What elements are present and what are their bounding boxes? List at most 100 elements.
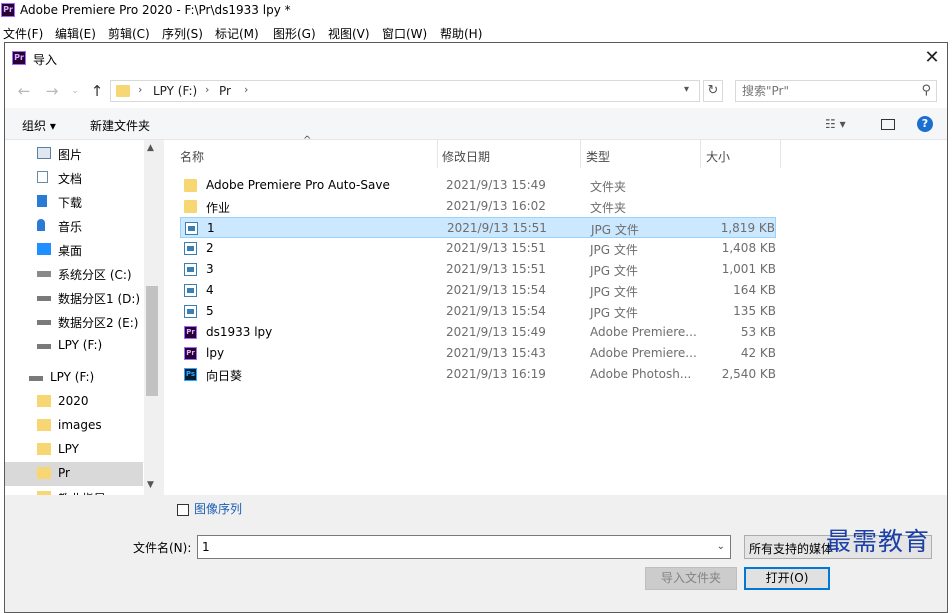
column-header-type[interactable]: 类型: [586, 148, 610, 165]
nav-item[interactable]: 文档: [5, 166, 143, 190]
filename-label: 文件名(N):: [133, 541, 192, 555]
import-folder-button[interactable]: 导入文件夹: [645, 567, 737, 590]
column-divider[interactable]: [580, 140, 581, 168]
nav-item-label: 下载: [58, 196, 83, 210]
new-folder-button[interactable]: 新建文件夹: [90, 117, 150, 134]
nav-item[interactable]: 数据分区2 (E:): [5, 310, 143, 334]
file-name: 1: [207, 221, 215, 235]
nav-item[interactable]: 系统分区 (C:): [5, 262, 143, 286]
menu-item[interactable]: 窗口(W): [382, 25, 427, 42]
search-input[interactable]: [742, 83, 902, 99]
breadcrumb-folder[interactable]: Pr: [219, 84, 231, 98]
file-date: 2021/9/13 15:49: [446, 325, 546, 339]
up-arrow-icon[interactable]: ↑: [88, 82, 106, 100]
file-row[interactable]: 5 2021/9/13 15:54 JPG 文件 135 KB: [180, 301, 776, 322]
filename-input[interactable]: 1 ⌄: [197, 535, 731, 559]
recent-dropdown-icon[interactable]: ⌄: [66, 82, 84, 100]
file-row[interactable]: Pr lpy 2021/9/13 15:43 Adobe Premiere... 42 …: [180, 343, 776, 364]
file-row[interactable]: Ps 向日葵 2021/9/13 16:19 Adobe Photosh... 2,54…: [180, 364, 776, 385]
file-name: 5: [206, 304, 214, 318]
image-sequence-label[interactable]: 图像序列: [194, 500, 242, 517]
file-type: JPG 文件: [591, 223, 639, 237]
file-row[interactable]: Pr ds1933 lpy 2021/9/13 15:49 Adobe Premier…: [180, 322, 776, 343]
file-row[interactable]: Adobe Premiere Pro Auto-Save 2021/9/13 15…: [180, 175, 776, 196]
organize-button[interactable]: 组织 ▾: [22, 117, 56, 134]
file-date: 2021/9/13 15:51: [446, 262, 546, 276]
file-size: 164 KB: [733, 283, 776, 297]
nav-item[interactable]: Pr: [5, 462, 143, 486]
nav-scrollbar[interactable]: ▲ ▼: [144, 140, 160, 495]
drive-icon: [37, 296, 51, 301]
premiere-app-icon: Pr: [1, 3, 15, 17]
column-divider[interactable]: [780, 140, 781, 168]
file-size: 135 KB: [733, 304, 776, 318]
nav-item[interactable]: LPY: [5, 438, 143, 462]
file-row[interactable]: 作业 2021/9/13 16:02 文件夹: [180, 196, 776, 217]
file-type: JPG 文件: [590, 264, 638, 278]
menu-item[interactable]: 剪辑(C): [108, 25, 150, 42]
menu-item[interactable]: 帮助(H): [440, 25, 482, 42]
image-file-icon: [184, 305, 197, 318]
image-sequence-checkbox[interactable]: [177, 504, 189, 516]
file-date: 2021/9/13 15:54: [446, 304, 546, 318]
menu-item[interactable]: 图形(G): [273, 25, 316, 42]
breadcrumb-chevron-icon[interactable]: ›: [138, 83, 142, 96]
column-header-date[interactable]: 修改日期: [442, 148, 490, 165]
file-date: 2021/9/13 15:51: [447, 221, 547, 235]
chevron-down-icon[interactable]: ⌄: [717, 541, 725, 552]
filetype-value[interactable]: 所有支持的媒体: [749, 540, 833, 557]
file-row[interactable]: 2 2021/9/13 15:51 JPG 文件 1,408 KB: [180, 238, 776, 259]
file-type: Adobe Photosh...: [590, 367, 692, 381]
nav-item[interactable]: images: [5, 414, 143, 438]
nav-item-label: LPY (F:): [50, 370, 95, 384]
filename-value[interactable]: 1: [202, 540, 210, 554]
view-options-icon[interactable]: ☷ ▾: [825, 117, 846, 131]
nav-item[interactable]: 教业指导: [5, 486, 143, 495]
image-file-icon: [185, 222, 198, 235]
nav-item[interactable]: 下载: [5, 190, 143, 214]
scroll-down-icon[interactable]: ▼: [147, 480, 154, 490]
nav-item[interactable]: 数据分区1 (D:): [5, 286, 143, 310]
menu-item[interactable]: 序列(S): [162, 25, 203, 42]
folder-icon: [37, 491, 51, 495]
menu-item[interactable]: 编辑(E): [55, 25, 96, 42]
app-title: Adobe Premiere Pro 2020 - F:\Pr\ds1933 l…: [20, 3, 291, 17]
nav-item-label: LPY (F:): [58, 338, 103, 352]
nav-item[interactable]: 图片: [5, 142, 143, 166]
nav-item[interactable]: 桌面: [5, 238, 143, 262]
nav-item-label: 2020: [58, 394, 89, 408]
menu-item[interactable]: 标记(M): [215, 25, 259, 42]
forward-arrow-icon[interactable]: →: [43, 82, 61, 100]
file-name: 4: [206, 283, 214, 297]
preview-pane-icon[interactable]: [881, 119, 895, 130]
file-row[interactable]: 3 2021/9/13 15:51 JPG 文件 1,001 KB: [180, 259, 776, 280]
column-header-name[interactable]: 名称: [180, 148, 204, 165]
close-icon[interactable]: ✕: [921, 47, 943, 69]
open-button[interactable]: 打开(O): [744, 567, 830, 590]
scroll-thumb[interactable]: [146, 286, 158, 396]
scroll-up-icon[interactable]: ▲: [147, 143, 154, 153]
breadcrumb-chevron-icon[interactable]: ›: [205, 83, 209, 96]
file-row[interactable]: 4 2021/9/13 15:54 JPG 文件 164 KB: [180, 280, 776, 301]
nav-item[interactable]: 音乐: [5, 214, 143, 238]
column-divider[interactable]: [437, 140, 438, 168]
nav-item[interactable]: 2020: [5, 390, 143, 414]
nav-item[interactable]: LPY (F:): [5, 366, 143, 390]
import-dialog: Pr 导入 ✕ ← → ⌄ ↑ LPY (F:) › › Pr › ▾ ↻ ⚲ …: [4, 42, 948, 613]
file-type: 文件夹: [590, 201, 627, 215]
menu-item[interactable]: 视图(V): [328, 25, 370, 42]
breadcrumb-drive[interactable]: LPY (F:): [153, 84, 197, 98]
address-dropdown-icon[interactable]: ▾: [684, 84, 689, 95]
help-icon[interactable]: ?: [917, 116, 933, 132]
search-icon[interactable]: ⚲: [921, 83, 931, 98]
file-row[interactable]: 1 2021/9/13 15:51 JPG 文件 1,819 KB: [180, 217, 776, 238]
column-header-size[interactable]: 大小: [706, 148, 730, 165]
back-arrow-icon[interactable]: ←: [15, 82, 33, 100]
menu-item[interactable]: 文件(F): [3, 25, 43, 42]
column-divider[interactable]: [700, 140, 701, 168]
breadcrumb-chevron-icon[interactable]: ›: [244, 83, 248, 96]
refresh-icon[interactable]: ↻: [703, 80, 723, 102]
address-bar[interactable]: LPY (F:) › › Pr › ▾: [110, 80, 700, 102]
nav-item[interactable]: LPY (F:): [5, 334, 143, 358]
search-field[interactable]: ⚲: [735, 80, 937, 102]
